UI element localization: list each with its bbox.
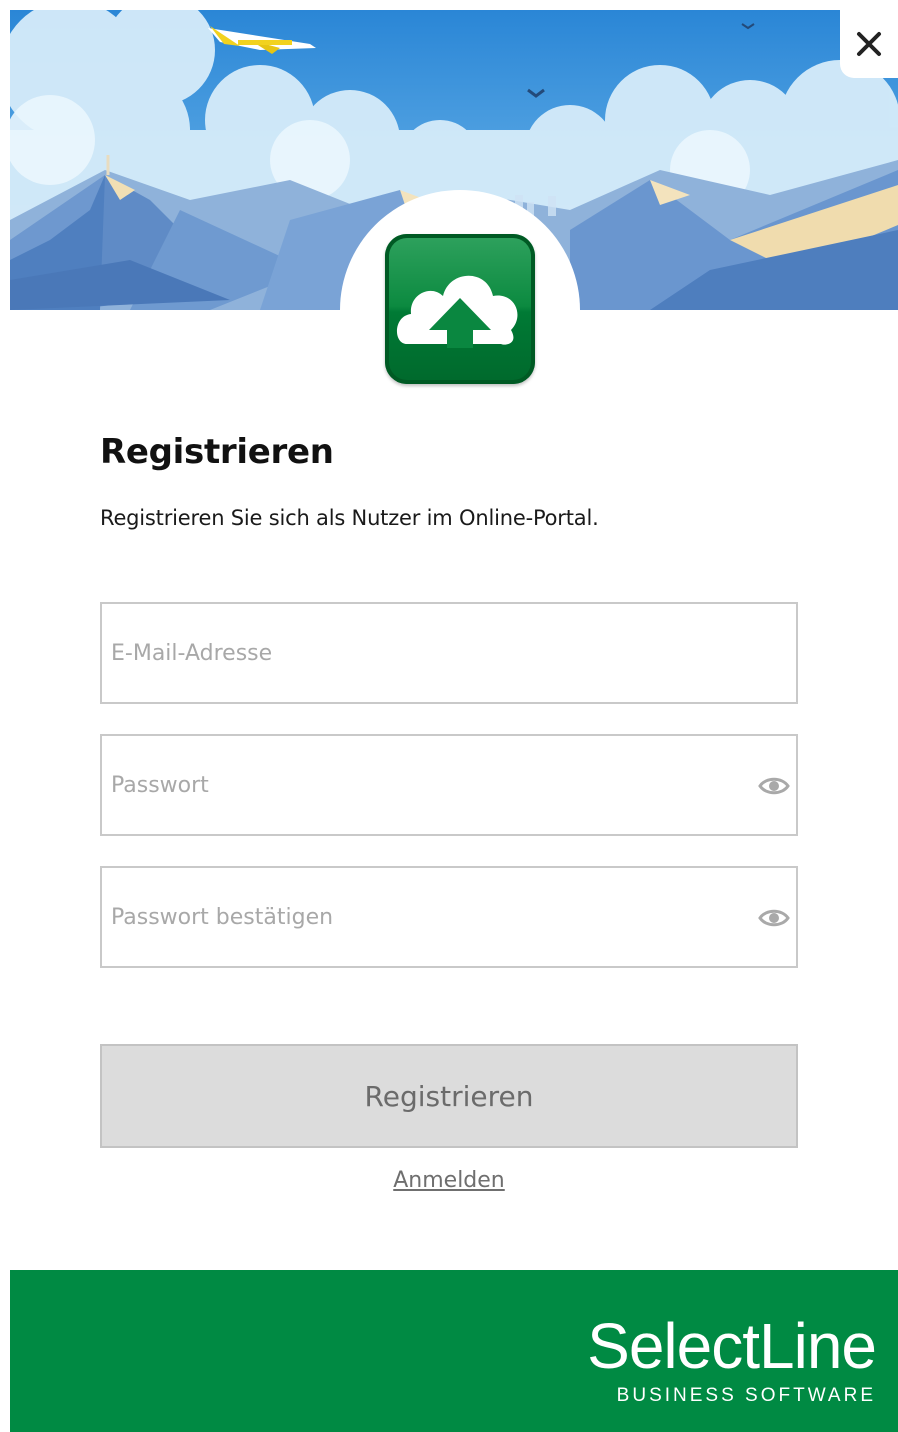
confirm-password-field[interactable]: [100, 866, 798, 968]
email-input[interactable]: [102, 604, 742, 702]
eye-icon: [758, 909, 790, 927]
page-title: Registrieren: [100, 432, 334, 472]
eye-icon: [758, 777, 790, 795]
email-field[interactable]: [100, 602, 798, 704]
password-field[interactable]: [100, 734, 798, 836]
brand-logo-name: SelectLine: [587, 1310, 877, 1382]
register-dialog: [10, 10, 898, 1432]
app-logo: [385, 234, 535, 384]
page-subtitle: Registrieren Sie sich als Nutzer im Onli…: [100, 506, 599, 530]
close-icon: [857, 32, 881, 56]
brand-logo-tagline: BUSINESS SOFTWARE: [616, 1385, 876, 1406]
close-button[interactable]: [840, 10, 898, 78]
confirm-password-reveal-button[interactable]: [758, 902, 790, 934]
register-button[interactable]: Registrieren: [100, 1044, 798, 1148]
password-input[interactable]: [102, 736, 742, 834]
brand-footer: SelectLine BUSINESS SOFTWARE: [10, 1270, 898, 1432]
login-link-row: Anmelden: [0, 1168, 898, 1193]
confirm-password-input[interactable]: [102, 868, 742, 966]
cloud-upload-icon: [396, 275, 518, 348]
login-link[interactable]: Anmelden: [393, 1168, 505, 1193]
password-reveal-button[interactable]: [758, 770, 790, 802]
